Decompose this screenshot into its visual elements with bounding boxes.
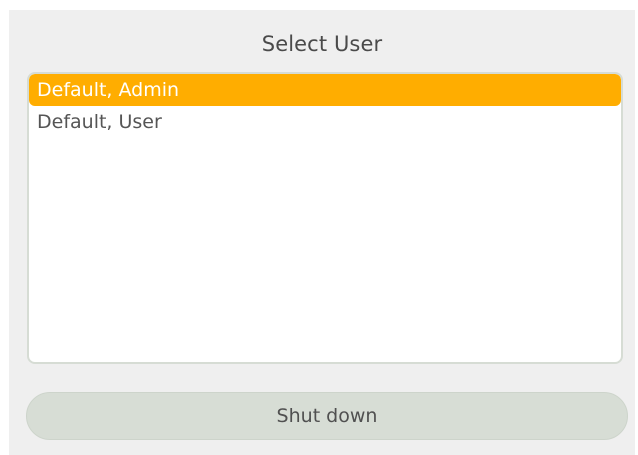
select-user-dialog: Select User Default, Admin Default, User…: [9, 10, 635, 455]
user-list-item-label: Default, User: [37, 111, 162, 133]
user-list-item-user[interactable]: Default, User: [29, 106, 621, 138]
user-list[interactable]: Default, Admin Default, User: [27, 72, 623, 364]
dialog-title: Select User: [261, 32, 383, 56]
user-list-item-label: Default, Admin: [37, 79, 180, 101]
shutdown-button[interactable]: Shut down: [26, 392, 628, 440]
user-list-item-admin[interactable]: Default, Admin: [29, 74, 621, 106]
